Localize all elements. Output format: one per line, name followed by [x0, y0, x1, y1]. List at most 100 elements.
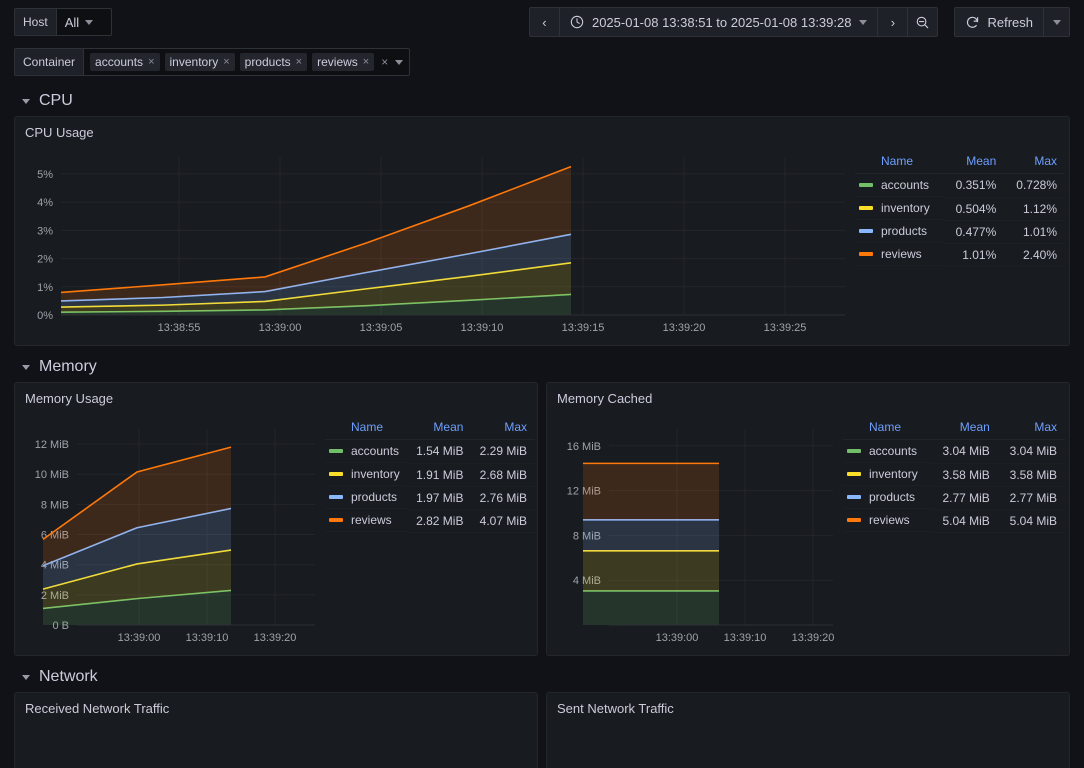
panel-sent-network-traffic[interactable]: Sent Network Traffic [546, 692, 1070, 768]
x-axis-tick-label: 13:39:20 [663, 322, 706, 334]
legend-color-swatch [859, 183, 873, 187]
legend-header-mean[interactable]: Mean [407, 417, 472, 440]
chart-memory-cached[interactable]: 4 MiB8 MiB12 MiB16 MiB13:39:0013:39:1013… [547, 411, 843, 656]
x-axis-tick-label: 13:39:15 [562, 322, 605, 334]
x-axis-tick-label: 13:39:00 [118, 632, 161, 644]
y-axis-tick-label: 16 MiB [567, 441, 601, 453]
panel-received-network-traffic[interactable]: Received Network Traffic [14, 692, 538, 768]
variable-pill-reviews[interactable]: reviews × [312, 53, 375, 71]
legend-mean-value: 2.82 MiB [407, 509, 472, 533]
time-shift-forward-button[interactable]: › [878, 7, 909, 37]
y-axis-tick-label: 8 MiB [41, 499, 69, 511]
legend-header-row: Name Mean Max [843, 417, 1065, 440]
variable-container-select[interactable]: accounts × inventory × products × reviews × × [83, 48, 411, 76]
y-axis-tick-label: 2% [37, 254, 53, 266]
legend-row[interactable]: inventory 1.91 MiB 2.68 MiB [325, 463, 535, 487]
legend-series-name[interactable]: inventory [843, 463, 931, 486]
y-axis-tick-label: 0% [37, 310, 53, 322]
legend-row[interactable]: reviews 1.01% 2.40% [855, 243, 1065, 267]
variable-pill-accounts[interactable]: accounts × [90, 53, 160, 71]
panel-title-cpu-usage: CPU Usage [25, 125, 94, 140]
legend-row[interactable]: accounts 0.351% 0.728% [855, 173, 1065, 198]
legend-row[interactable]: inventory 0.504% 1.12% [855, 197, 1065, 221]
legend-color-swatch [847, 495, 861, 499]
legend-header-max[interactable]: Max [1004, 151, 1065, 174]
row-header-network[interactable]: Network [0, 662, 1084, 692]
legend-header-name[interactable]: Name [843, 417, 931, 440]
variable-host-select[interactable]: All [55, 8, 112, 36]
x-axis-tick-label: 13:39:05 [360, 322, 403, 334]
variable-host-label: Host [14, 8, 56, 36]
variable-container[interactable]: Container accounts × inventory × products × re… [14, 48, 411, 76]
panel-cpu-usage[interactable]: CPU Usage 0% 1% 2% 3% 4% 5% 13:38:55 13:39:00 13… [14, 116, 1070, 346]
remove-pill-icon[interactable]: × [148, 55, 154, 69]
legend-series-name[interactable]: reviews [843, 509, 931, 532]
legend-color-swatch [859, 252, 873, 256]
legend-color-swatch [847, 472, 861, 476]
legend-header-name[interactable]: Name [855, 151, 944, 174]
zoom-out-button[interactable] [908, 7, 939, 37]
legend-series-name[interactable]: accounts [325, 440, 408, 463]
panel-memory-usage[interactable]: Memory Usage 0 B2 MiB4 MiB6 MiB8 MiB10 M… [14, 382, 538, 656]
legend-row[interactable]: products 2.77 MiB 2.77 MiB [843, 486, 1065, 510]
legend-row[interactable]: inventory 3.58 MiB 3.58 MiB [843, 463, 1065, 487]
legend-series-name[interactable]: accounts [855, 174, 944, 197]
legend-header-max[interactable]: Max [997, 417, 1065, 440]
legend-header-mean[interactable]: Mean [930, 417, 998, 440]
remove-pill-icon[interactable]: × [363, 55, 369, 69]
legend-series-name[interactable]: reviews [855, 243, 944, 266]
x-axis-tick-label: 13:39:20 [254, 632, 297, 644]
legend-series-name[interactable]: inventory [325, 463, 408, 486]
legend-max-value: 4.07 MiB [471, 509, 535, 533]
chevron-down-icon[interactable] [395, 59, 404, 65]
x-axis-tick-label: 13:39:10 [724, 632, 767, 644]
legend-row[interactable]: reviews 2.82 MiB 4.07 MiB [325, 509, 535, 533]
legend-max-value: 2.68 MiB [471, 463, 535, 487]
legend-row[interactable]: products 0.477% 1.01% [855, 220, 1065, 244]
clear-all-icon[interactable]: × [379, 55, 390, 69]
legend-row[interactable]: reviews 5.04 MiB 5.04 MiB [843, 509, 1065, 533]
legend-series-name[interactable]: inventory [855, 197, 944, 220]
chevron-down-icon [859, 19, 868, 25]
legend-row[interactable]: accounts 1.54 MiB 2.29 MiB [325, 439, 535, 464]
panel-title-sent-network-traffic: Sent Network Traffic [557, 701, 674, 716]
refresh-interval-dropdown[interactable] [1044, 7, 1070, 37]
legend-row[interactable]: accounts 3.04 MiB 3.04 MiB [843, 439, 1065, 464]
legend-series-name[interactable]: reviews [325, 509, 408, 532]
legend-series-name[interactable]: accounts [843, 440, 931, 463]
legend-header-name[interactable]: Name [325, 417, 408, 440]
legend-series-label: accounts [351, 444, 400, 458]
time-range-button[interactable]: 2025-01-08 13:38:51 to 2025-01-08 13:39:… [558, 7, 879, 37]
grafana-dashboard: Host All ‹ 2025-01-08 13:38:51 to 2025-0… [0, 0, 1084, 768]
time-range-picker[interactable]: ‹ 2025-01-08 13:38:51 to 2025-01-08 13:3… [528, 7, 939, 37]
legend-series-name[interactable]: products [325, 486, 408, 509]
variable-pill-products[interactable]: products × [239, 53, 308, 71]
legend-row[interactable]: products 1.97 MiB 2.76 MiB [325, 486, 535, 510]
variable-pill-label: reviews [317, 55, 358, 69]
chart-memory-usage[interactable]: 0 B2 MiB4 MiB6 MiB8 MiB10 MiB12 MiB13:39… [15, 411, 325, 656]
legend-series-label: reviews [881, 247, 922, 261]
chevron-down-icon [22, 98, 30, 104]
chevron-down-icon [22, 364, 30, 370]
legend-max-value: 2.77 MiB [997, 486, 1065, 510]
legend-header-max[interactable]: Max [471, 417, 535, 440]
legend-table-memory-cached: Name Mean Max accounts 3.04 MiB 3.04 MiB in… [843, 417, 1065, 533]
row-title-network: Network [39, 668, 98, 685]
x-axis-tick-label: 13:39:00 [259, 322, 302, 334]
row-header-memory[interactable]: Memory [0, 352, 1084, 382]
remove-pill-icon[interactable]: × [296, 55, 302, 69]
panel-memory-cached[interactable]: Memory Cached 4 MiB8 MiB12 MiB16 MiB13:3… [546, 382, 1070, 656]
variable-host[interactable]: Host All [14, 8, 112, 36]
row-header-cpu[interactable]: CPU [0, 86, 1084, 116]
time-shift-back-button[interactable]: ‹ [528, 7, 559, 37]
legend-memory-cached: Name Mean Max accounts 3.04 MiB 3.04 MiB in… [843, 411, 1065, 656]
legend-max-value: 2.29 MiB [471, 439, 535, 464]
refresh-control[interactable]: Refresh [954, 7, 1070, 37]
variable-pill-inventory[interactable]: inventory × [164, 53, 235, 71]
legend-header-mean[interactable]: Mean [943, 151, 1005, 174]
legend-series-name[interactable]: products [843, 486, 931, 509]
legend-series-name[interactable]: products [855, 220, 944, 243]
remove-pill-icon[interactable]: × [223, 55, 229, 69]
refresh-button[interactable]: Refresh [954, 7, 1044, 37]
chart-cpu-usage[interactable]: 0% 1% 2% 3% 4% 5% 13:38:55 13:39:00 13:39:05 13:3… [15, 145, 855, 346]
